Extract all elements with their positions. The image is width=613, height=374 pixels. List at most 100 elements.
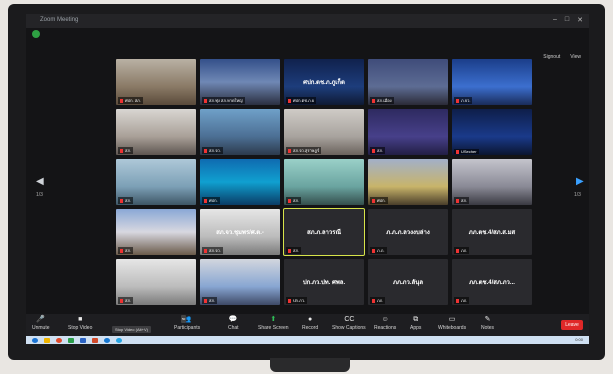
participant-name-label: USecher: [454, 149, 479, 154]
next-page-arrow-icon[interactable]: ▶: [576, 176, 584, 187]
participant-name-text: ภภ.: [461, 248, 468, 253]
muted-mic-icon: [204, 98, 207, 103]
video-tile[interactable]: สภ.: [116, 259, 196, 305]
video-tile[interactable]: สภ.: [368, 109, 448, 155]
video-tile[interactable]: สภ.: [116, 159, 196, 205]
video-tile[interactable]: สภ.: [452, 159, 532, 205]
video-tile[interactable]: ศปก.: [368, 159, 448, 205]
participant-name-text: สภ.ทุ่ง สภ.หาดใหญ่: [209, 98, 243, 103]
video-tile[interactable]: สภ.จว.สุราษฎร์: [284, 109, 364, 155]
video-tile[interactable]: ศปก. สภ.: [116, 59, 196, 105]
muted-mic-icon: [288, 198, 291, 203]
video-tile[interactable]: ศปก.: [200, 159, 280, 205]
muted-mic-icon: [288, 148, 291, 153]
maximize-icon[interactable]: □: [565, 16, 569, 24]
muted-mic-icon: [372, 198, 375, 203]
participant-name-label: สภ.: [118, 147, 134, 154]
video-tile[interactable]: สภ.: [116, 209, 196, 255]
participant-name-label: สภ.: [454, 197, 470, 204]
window-title: Zoom Meeting: [40, 17, 79, 23]
participant-name-text: สภ.จว.สุราษฎร์: [293, 148, 320, 153]
participant-name-text: ภภ.: [377, 298, 384, 303]
participant-name-text: สภ.: [125, 198, 132, 203]
video-tile[interactable]: สภ.: [116, 109, 196, 155]
record-button[interactable]: ● Record: [302, 316, 318, 331]
notes-icon: ✎: [484, 316, 491, 323]
chrome-icon[interactable]: [56, 337, 62, 343]
participants-button[interactable]: 👥 50 Participants: [174, 315, 200, 331]
participant-name-text: สภ.: [377, 148, 384, 153]
participant-name-label: สภ.: [370, 147, 386, 154]
video-tile[interactable]: ภ.จว.: [452, 59, 532, 105]
windows-taskbar: [26, 336, 589, 344]
participant-name-text: สภ.จว.: [209, 148, 221, 153]
participant-name-label: สภ.ทุ่ง สภ.หาดใหญ่: [202, 97, 245, 104]
participant-display-name: ภภ.ตช.4/สภ.ส.มส: [468, 230, 516, 236]
file-explorer-icon[interactable]: [44, 337, 50, 343]
security-shield-icon[interactable]: [32, 30, 40, 38]
participant-display-name: ศปก.ตช.ภ.ภูเก็ต: [303, 80, 345, 86]
word-icon[interactable]: [80, 337, 86, 343]
captions-icon: CC: [344, 316, 355, 323]
participant-name-text: สภ.: [125, 248, 132, 253]
minimize-icon[interactable]: –: [553, 16, 557, 24]
start-button-icon[interactable]: [32, 337, 38, 343]
video-tile[interactable]: ศปก.ตช.ภ.ภูเก็ตศปก.ตช.ภ.6: [284, 59, 364, 105]
participant-name-label: สภ.: [286, 197, 302, 204]
video-tile[interactable]: ภภ.ตช.4/สภ.ส.มสภภ.: [452, 209, 532, 255]
powerpoint-icon[interactable]: [92, 337, 98, 343]
unmute-button[interactable]: 🎤 Unmute: [32, 316, 50, 331]
prev-page-arrow-icon[interactable]: ◀: [36, 176, 44, 187]
participant-name-label: ภภ.: [454, 247, 470, 254]
muted-mic-icon: [456, 298, 459, 303]
muted-mic-icon: [288, 248, 291, 253]
participant-name-label: ภภ.: [454, 297, 470, 304]
video-tile[interactable]: USecher: [452, 109, 532, 155]
participant-name-text: ปก.ภว.: [293, 298, 306, 303]
video-tile[interactable]: ภภ.ตช.4/สภ.ภว... ภภ.: [452, 259, 532, 305]
participant-name-text: USecher: [461, 149, 477, 154]
video-tile[interactable]: สภ.จว.ชุมพร/ศ.ต.- สภ.จว.: [200, 209, 280, 255]
video-tile[interactable]: สภ.ทุ่ง สภ.หาดใหญ่: [200, 59, 280, 105]
telegram-icon[interactable]: [116, 337, 122, 343]
signout-button[interactable]: Signout: [543, 54, 560, 60]
video-tile[interactable]: สภ.เมือง: [368, 59, 448, 105]
muted-mic-icon: [288, 298, 291, 303]
taskbar-clock: 0:00: [575, 337, 583, 342]
participant-name-label: ปก.ภว.: [286, 297, 308, 304]
muted-mic-icon: [456, 248, 459, 253]
chat-button[interactable]: 💬 Chat: [228, 316, 239, 331]
whiteboards-button[interactable]: ▭ Whiteboards: [438, 316, 466, 331]
participant-display-name: ภภ.ตช.4/สภ.ภว...: [469, 280, 515, 286]
excel-icon[interactable]: [68, 337, 74, 343]
video-tile[interactable]: สภ.: [200, 259, 280, 305]
video-tile[interactable]: สภ.ภ.ลาวรณี สภ.: [283, 208, 365, 256]
video-tile[interactable]: ปก.ภว.ปท. ศพล. ปก.ภว.: [284, 259, 364, 305]
video-tile[interactable]: สภ.จว.: [200, 109, 280, 155]
muted-mic-icon: [120, 198, 123, 203]
show-captions-button[interactable]: CC Show Captions: [332, 316, 366, 331]
next-page-label: 1/3: [574, 192, 581, 198]
apps-button[interactable]: ⧉ Apps: [410, 316, 421, 331]
muted-mic-icon: [120, 248, 123, 253]
screen: Zoom Meeting – □ ✕ Signout View ◀ 1/3 ▶ …: [26, 14, 589, 344]
participant-name-label: ศปก. สภ.: [118, 97, 143, 104]
stop-video-button[interactable]: ■ Stop Video: [68, 316, 92, 331]
video-tile[interactable]: สภ.: [284, 159, 364, 205]
participant-display-name: ปก.ภว.ปท. ศพล.: [302, 280, 346, 286]
participant-name-text: ศปก.ตช.ภ.6: [293, 98, 315, 103]
participant-name-text: สภ.: [461, 198, 468, 203]
zoom-app-icon[interactable]: [104, 337, 110, 343]
chat-icon: 💬: [228, 316, 238, 323]
video-tile[interactable]: ภภ.ภว.ลันุล ภภ.: [368, 259, 448, 305]
video-tile[interactable]: ภ.ภ.ภ.ลวงงบล่าง ภ.ภ.: [368, 209, 448, 255]
muted-mic-icon: [120, 148, 123, 153]
leave-button[interactable]: Leave: [561, 320, 583, 330]
share-screen-button[interactable]: ⬆ Share Screen: [258, 316, 289, 331]
notes-button[interactable]: ✎ Notes: [481, 316, 494, 331]
view-button[interactable]: View: [570, 54, 581, 60]
participant-display-name: สภ.จว.ชุมพร/ศ.ต.-: [216, 230, 264, 236]
muted-mic-icon: [204, 248, 207, 253]
close-icon[interactable]: ✕: [577, 16, 583, 24]
reactions-button[interactable]: ☺ Reactions: [374, 316, 396, 331]
